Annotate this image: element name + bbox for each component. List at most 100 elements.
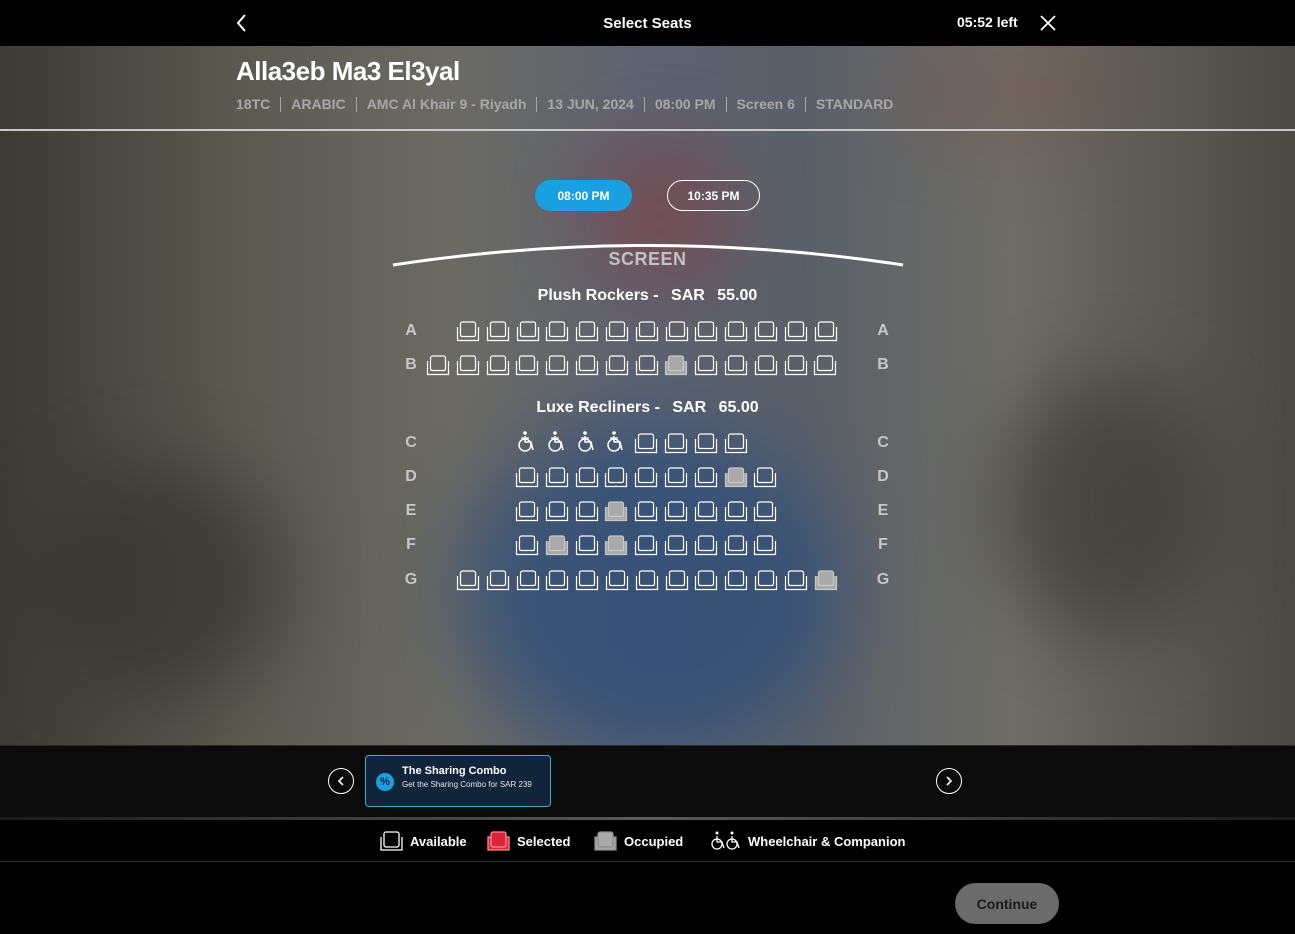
seat-available[interactable] xyxy=(575,320,599,342)
seat-available[interactable] xyxy=(605,569,629,591)
seat-available[interactable] xyxy=(754,320,778,342)
close-icon[interactable] xyxy=(1036,11,1060,35)
row-label: B xyxy=(877,356,889,373)
seat-available[interactable] xyxy=(635,569,659,591)
seat-available[interactable] xyxy=(516,569,540,591)
screen-label: SCREEN xyxy=(608,249,687,269)
seat-available[interactable] xyxy=(813,354,837,376)
movie-header: Alla3eb Ma3 El3yal 18TC ARABIC AMC Al Kh… xyxy=(0,46,1295,131)
seat-available[interactable] xyxy=(486,320,510,342)
experience: STANDARD xyxy=(815,96,894,112)
seat-available[interactable] xyxy=(724,432,748,454)
seat-available[interactable] xyxy=(634,534,658,556)
divider xyxy=(536,96,538,112)
wheelchair-icon xyxy=(711,831,740,850)
promo-next-button[interactable] xyxy=(936,768,962,794)
seat-available[interactable] xyxy=(515,354,539,376)
seat-available[interactable] xyxy=(575,466,599,488)
seat-available[interactable] xyxy=(634,466,658,488)
seat-available[interactable] xyxy=(694,466,718,488)
seat-available[interactable] xyxy=(604,466,628,488)
seat-available[interactable] xyxy=(575,534,599,556)
row-label: D xyxy=(877,468,889,485)
row-label: B xyxy=(405,356,417,373)
seat-available[interactable] xyxy=(456,569,480,591)
seat-available[interactable] xyxy=(575,354,599,376)
showtime-option[interactable]: 10:35 PM xyxy=(667,180,760,211)
promo-card[interactable]: % The Sharing Combo Get the Sharing Comb… xyxy=(365,755,551,807)
seat-available[interactable] xyxy=(724,320,748,342)
row-label: A xyxy=(877,322,889,339)
seat-available[interactable] xyxy=(545,466,569,488)
seat-available[interactable] xyxy=(605,354,629,376)
seat-available[interactable] xyxy=(694,432,718,454)
legend-label: Occupied xyxy=(624,833,684,849)
legend-wheelchair: Wheelchair & Companion xyxy=(710,829,905,853)
seat-available[interactable] xyxy=(694,354,718,376)
wheelchair-seat-icon[interactable] xyxy=(545,430,569,454)
seat-occupied xyxy=(664,354,688,376)
promo-prev-button[interactable] xyxy=(328,768,354,794)
seat-available[interactable] xyxy=(486,569,510,591)
seat-available[interactable] xyxy=(516,320,540,342)
seat-available[interactable] xyxy=(665,320,689,342)
divider xyxy=(355,96,357,112)
seat-available[interactable] xyxy=(664,500,688,522)
chevron-left-icon xyxy=(337,776,344,786)
seat-available[interactable] xyxy=(724,569,748,591)
screen-number: Screen 6 xyxy=(736,96,795,112)
seat-available[interactable] xyxy=(605,320,629,342)
seat-available[interactable] xyxy=(753,500,777,522)
seat-available[interactable] xyxy=(634,432,658,454)
seat-available[interactable] xyxy=(784,320,808,342)
seat-available[interactable] xyxy=(694,500,718,522)
seat-available[interactable] xyxy=(724,354,748,376)
time: 08:00 PM xyxy=(654,96,716,112)
seat-available[interactable] xyxy=(694,534,718,556)
occupied-seat-icon xyxy=(594,831,617,851)
seat-available[interactable] xyxy=(814,320,838,342)
seat-available[interactable] xyxy=(515,534,539,556)
seat-available[interactable] xyxy=(724,500,748,522)
seat-available[interactable] xyxy=(456,320,480,342)
seat-available[interactable] xyxy=(456,354,480,376)
seat-available[interactable] xyxy=(694,320,718,342)
continue-button[interactable]: Continue xyxy=(955,883,1059,924)
seat-available[interactable] xyxy=(753,534,777,556)
seat-available[interactable] xyxy=(545,500,569,522)
seat-available[interactable] xyxy=(664,534,688,556)
seat-available[interactable] xyxy=(635,320,659,342)
seat-available[interactable] xyxy=(724,534,748,556)
seat-available[interactable] xyxy=(754,354,778,376)
seat-available[interactable] xyxy=(575,569,599,591)
selected-seat-icon xyxy=(487,831,510,851)
seat-available[interactable] xyxy=(515,500,539,522)
wheelchair-seat-icon[interactable] xyxy=(575,430,599,454)
seat-available[interactable] xyxy=(635,354,659,376)
seat-available[interactable] xyxy=(664,432,688,454)
seat-available[interactable] xyxy=(665,569,689,591)
seat-available[interactable] xyxy=(694,569,718,591)
section-currency: SAR xyxy=(672,399,707,416)
row-label: E xyxy=(877,502,889,519)
seat-available[interactable] xyxy=(515,466,539,488)
showtime-selected[interactable]: 08:00 PM xyxy=(535,180,632,211)
seat-available[interactable] xyxy=(545,320,569,342)
seat-available[interactable] xyxy=(784,354,808,376)
wheelchair-seat-icon[interactable] xyxy=(515,430,539,454)
seat-available[interactable] xyxy=(575,500,599,522)
section-title-plush: Plush Rockers - SAR 55.00 xyxy=(0,287,1295,305)
seat-available[interactable] xyxy=(545,354,569,376)
seat-occupied xyxy=(724,466,748,488)
seat-available[interactable] xyxy=(486,354,510,376)
wheelchair-seat-icon[interactable] xyxy=(604,430,628,454)
seat-available[interactable] xyxy=(634,500,658,522)
seat-available[interactable] xyxy=(426,354,450,376)
seat-available[interactable] xyxy=(753,466,777,488)
seat-available[interactable] xyxy=(784,569,808,591)
available-seat-icon xyxy=(380,831,403,851)
seat-available[interactable] xyxy=(664,466,688,488)
seat-available[interactable] xyxy=(754,569,778,591)
seat-available[interactable] xyxy=(545,569,569,591)
seat-legend: Available Selected Occupied Wheelchair &… xyxy=(0,820,1295,862)
